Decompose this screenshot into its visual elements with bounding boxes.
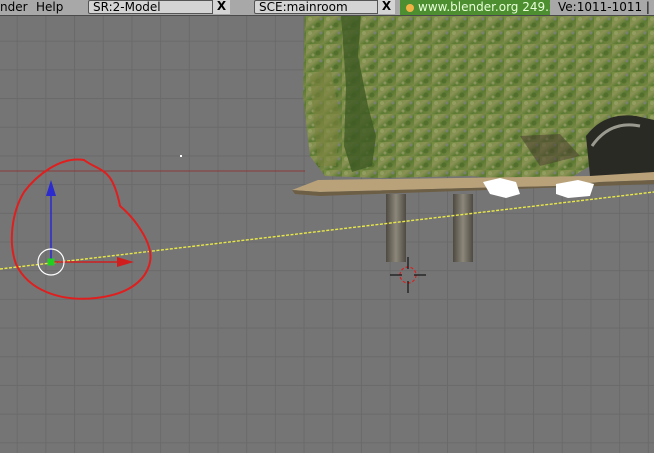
viewport-scene xyxy=(0,16,654,300)
menu-render[interactable]: nder xyxy=(0,0,28,15)
support-post[interactable] xyxy=(453,194,473,262)
blender-url-text: www.blender.org 249.2 xyxy=(418,0,550,14)
annotation-circle xyxy=(10,158,152,300)
scene-delete-button[interactable]: X xyxy=(377,0,395,14)
screen-name[interactable]: SR:2-Model xyxy=(93,1,161,13)
vertex-dot xyxy=(180,155,182,157)
blender-logo-icon xyxy=(406,3,414,12)
menu-help[interactable]: Help xyxy=(36,0,63,15)
scene-selector[interactable]: SCE:mainroom xyxy=(254,0,394,14)
scene-name[interactable]: SCE:mainroom xyxy=(259,1,348,13)
3d-cursor-icon[interactable] xyxy=(390,257,426,293)
blender-url: www.blender.org 249.2 xyxy=(400,0,550,15)
ground-line xyxy=(0,191,654,270)
screen-selector[interactable]: SR:2-Model xyxy=(88,0,230,14)
scene-stats: Ve:1011-1011 | xyxy=(558,0,650,14)
3d-viewport[interactable] xyxy=(0,16,654,453)
support-post[interactable] xyxy=(386,194,406,262)
y-arrow-icon[interactable] xyxy=(46,180,56,196)
x-arrow-icon[interactable] xyxy=(117,257,134,267)
screen-delete-button[interactable]: X xyxy=(212,0,230,14)
grass-mesh-object[interactable] xyxy=(303,16,654,180)
object-origin-icon xyxy=(47,258,55,266)
transform-manipulator[interactable] xyxy=(37,180,134,276)
top-header: nder Help SR:2-Model X SCE:mainroom X ww… xyxy=(0,0,654,16)
blender-window: nder Help SR:2-Model X SCE:mainroom X ww… xyxy=(0,0,654,453)
